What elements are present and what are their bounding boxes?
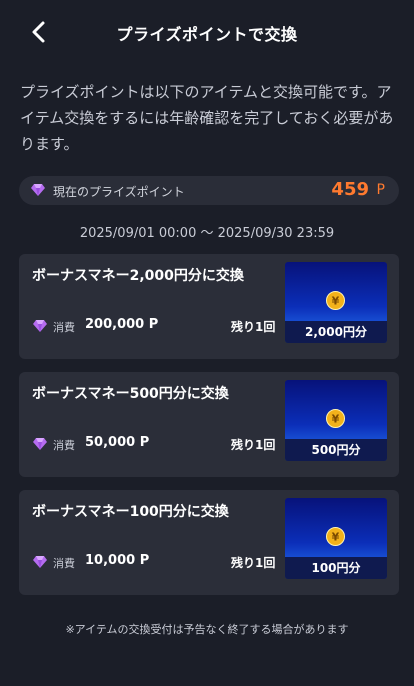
current-points-unit: P	[376, 182, 385, 198]
cost-label: 消費	[53, 439, 75, 452]
thumbnail-label: 500円分	[285, 439, 387, 461]
item-thumbnail: ¥ 2,000円分	[285, 262, 387, 343]
header: プライズポイントで交換	[0, 0, 414, 64]
exchange-item-card[interactable]: ボーナスマネー500円分に交換 消費 50,000 P 残り1回 ¥ 500円分	[19, 372, 399, 477]
current-points-bar: 現在のプライズポイント 459 P	[19, 176, 399, 205]
svg-text:¥: ¥	[332, 531, 340, 544]
page-title: プライズポイントで交換	[116, 25, 298, 44]
item-title: ボーナスマネー500円分に交換	[32, 386, 229, 402]
item-title: ボーナスマネー100円分に交換	[32, 504, 229, 520]
cost-value: 200,000 P	[85, 317, 159, 332]
gem-icon	[33, 438, 47, 450]
yen-coin-icon: ¥	[326, 291, 345, 310]
gem-icon	[33, 556, 47, 568]
gem-icon	[33, 320, 47, 332]
gem-icon	[31, 184, 45, 196]
current-points-value: 459	[331, 179, 369, 200]
cost-value: 10,000 P	[85, 553, 150, 568]
remaining-count: 残り1回	[231, 320, 276, 334]
item-thumbnail: ¥ 500円分	[285, 380, 387, 461]
cost-label: 消費	[53, 557, 75, 570]
svg-text:¥: ¥	[332, 295, 340, 308]
item-title: ボーナスマネー2,000円分に交換	[32, 268, 244, 284]
exchange-item-card[interactable]: ボーナスマネー2,000円分に交換 消費 200,000 P 残り1回 ¥ 2,…	[19, 254, 399, 359]
footnote: ※アイテムの交換受付は予告なく終了する場合があります	[65, 623, 349, 636]
yen-coin-icon: ¥	[326, 409, 345, 428]
item-thumbnail: ¥ 100円分	[285, 498, 387, 579]
remaining-count: 残り1回	[231, 556, 276, 570]
cost-label: 消費	[53, 321, 75, 334]
svg-text:¥: ¥	[332, 413, 340, 426]
current-points-label: 現在のプライズポイント	[53, 185, 185, 199]
remaining-count: 残り1回	[231, 438, 276, 452]
prize-exchange-page: プライズポイントで交換 プライズポイントは以下のアイテムと交換可能です。アイテム…	[0, 0, 414, 686]
thumbnail-label: 100円分	[285, 557, 387, 579]
exchange-period: 2025/09/01 00:00 ～ 2025/09/30 23:59	[79, 226, 335, 241]
description-text: プライズポイントは以下のアイテムと交換可能です。アイテム交換をするには年齢確認を…	[20, 83, 394, 153]
exchange-item-card[interactable]: ボーナスマネー100円分に交換 消費 10,000 P 残り1回 ¥ 100円分	[19, 490, 399, 595]
cost-value: 50,000 P	[85, 435, 150, 450]
yen-coin-icon: ¥	[326, 527, 345, 546]
thumbnail-label: 2,000円分	[285, 321, 387, 343]
